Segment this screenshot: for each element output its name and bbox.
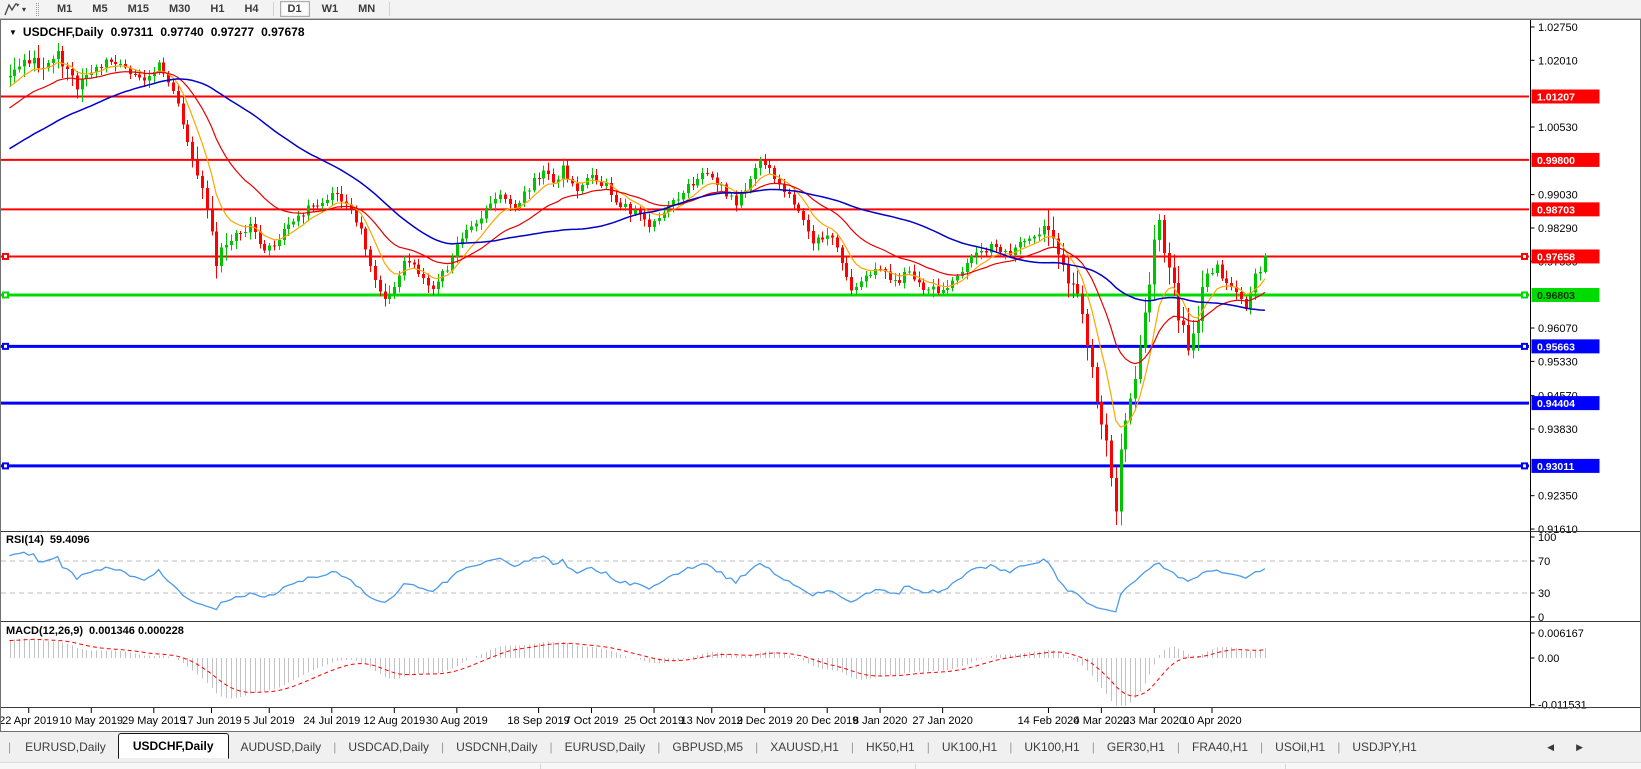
chart-symbol: USDCHF,Daily	[22, 25, 104, 39]
ohlc-low: 0.97277	[210, 25, 255, 39]
svg-text:24 Jul 2019: 24 Jul 2019	[303, 715, 360, 727]
tab-fra40-h1[interactable]: FRA40,H1	[1180, 735, 1260, 759]
svg-text:-0.011531: -0.011531	[1538, 700, 1587, 712]
svg-text:0.006167: 0.006167	[1538, 628, 1584, 640]
ohlc-close: 0.97678	[261, 25, 305, 39]
svg-text:0.99030: 0.99030	[1538, 190, 1578, 202]
status-strip	[0, 762, 1641, 769]
tab-separator: |	[8, 740, 12, 754]
tab-uk100-h1[interactable]: UK100,H1	[1012, 735, 1091, 759]
timeframe-toolbar: ▾ M1 M5 M15 M30 H1 H4 D1 W1 MN	[0, 0, 1641, 19]
timeframe-button-m30[interactable]: M30	[161, 1, 198, 17]
svg-text:1.01207: 1.01207	[1537, 92, 1575, 104]
toolbar-divider	[389, 2, 391, 16]
tab-ger30-h1[interactable]: GER30,H1	[1095, 735, 1177, 759]
svg-text:1.00530: 1.00530	[1538, 122, 1578, 134]
tab-xauusd-h1[interactable]: XAUUSD,H1	[758, 735, 851, 759]
toolbar-grip[interactable]	[36, 2, 40, 16]
svg-text:27 Jan 2020: 27 Jan 2020	[912, 715, 973, 727]
timeframe-button-d1[interactable]: D1	[279, 1, 310, 17]
toolbar-divider	[272, 2, 274, 16]
svg-text:0.94404: 0.94404	[1537, 398, 1575, 410]
rsi-indicator-label: RSI(14) 59.4096	[6, 534, 90, 546]
timeframe-button-h4[interactable]: H4	[236, 1, 266, 17]
svg-text:4 Mar 2020: 4 Mar 2020	[1074, 715, 1130, 727]
svg-text:23 Mar 2020: 23 Mar 2020	[1123, 715, 1185, 727]
svg-text:12 Aug 2019: 12 Aug 2019	[363, 715, 425, 727]
triangle-down-icon[interactable]: ▼	[9, 28, 17, 37]
timeframe-button-m1[interactable]: M1	[49, 1, 80, 17]
svg-text:17 Jun 2019: 17 Jun 2019	[181, 715, 242, 727]
tab-audusd-daily[interactable]: AUDUSD,Daily	[229, 735, 334, 759]
timeframe-buttons: M1 M5 M15 M30 H1 H4 D1 W1 MN	[47, 1, 394, 17]
svg-text:0.92350: 0.92350	[1538, 491, 1578, 503]
svg-text:1.02010: 1.02010	[1538, 55, 1578, 67]
svg-text:0.00: 0.00	[1538, 653, 1559, 665]
svg-text:10 May 2019: 10 May 2019	[59, 715, 123, 727]
tab-scroll-arrows: ◀ ▶	[1547, 732, 1583, 762]
svg-text:30 Aug 2019: 30 Aug 2019	[426, 715, 488, 727]
svg-text:0.99800: 0.99800	[1537, 155, 1575, 167]
svg-text:0.96803: 0.96803	[1537, 290, 1575, 302]
scroll-right-icon[interactable]: ▶	[1576, 742, 1583, 753]
svg-text:0.96070: 0.96070	[1538, 323, 1578, 335]
chart-area: 1.027501.020101.005300.990300.982900.975…	[0, 19, 1641, 732]
status-separator	[540, 764, 541, 769]
svg-text:20 Dec 2019: 20 Dec 2019	[796, 715, 858, 727]
tab-eurusd-daily[interactable]: EURUSD,Daily	[553, 735, 658, 759]
scroll-left-icon[interactable]: ◀	[1547, 742, 1554, 753]
svg-text:70: 70	[1538, 556, 1550, 568]
svg-text:8 Jan 2020: 8 Jan 2020	[853, 715, 907, 727]
tab-usdchf-daily[interactable]: USDCHF,Daily	[117, 733, 229, 759]
svg-text:2 Dec 2019: 2 Dec 2019	[737, 715, 793, 727]
svg-text:10 Apr 2020: 10 Apr 2020	[1182, 715, 1241, 727]
status-separator	[915, 764, 916, 769]
timeframe-button-m5[interactable]: M5	[84, 1, 115, 17]
svg-text:14 Feb 2020: 14 Feb 2020	[1018, 715, 1080, 727]
svg-text:5 Jul 2019: 5 Jul 2019	[244, 715, 295, 727]
ohlc-high: 0.97740	[160, 25, 204, 39]
timeframe-button-h1[interactable]: H1	[202, 1, 232, 17]
macd-indicator-label: MACD(12,26,9) 0.001346 0.000228	[6, 625, 184, 637]
svg-text:0.95330: 0.95330	[1538, 356, 1578, 368]
trading-terminal-window: ▾ M1 M5 M15 M30 H1 H4 D1 W1 MN 1.02750 1.02010 1.0…	[0, 0, 1641, 769]
timeframe-button-m15[interactable]: M15	[120, 1, 157, 17]
chart-tabs: EURUSD,Daily USDCHF,Daily AUDUSD,Daily | USD…	[13, 733, 1429, 760]
svg-text:22 Apr 2019: 22 Apr 2019	[0, 715, 58, 727]
svg-text:0.98703: 0.98703	[1537, 204, 1575, 216]
svg-text:0: 0	[1538, 612, 1544, 624]
chart-background	[0, 19, 1641, 732]
timeframe-button-mn[interactable]: MN	[350, 1, 383, 17]
svg-text:7 Oct 2019: 7 Oct 2019	[565, 715, 619, 727]
tab-eurusd-daily[interactable]: EURUSD,Daily	[13, 735, 118, 759]
chart-title: ▼ USDCHF,Daily 0.97311 0.97740 0.97277 0.9767…	[9, 25, 312, 39]
svg-text:0.93011: 0.93011	[1537, 461, 1575, 473]
tab-usdcnh-daily[interactable]: USDCNH,Daily	[444, 735, 549, 759]
svg-text:30: 30	[1538, 588, 1550, 600]
tab-usdcad-daily[interactable]: USDCAD,Daily	[336, 735, 441, 759]
tab-hk50-h1[interactable]: HK50,H1	[854, 735, 927, 759]
svg-text:29 May 2019: 29 May 2019	[122, 715, 186, 727]
chart-tab-bar: | EURUSD,Daily USDCHF,Daily AUDUSD,Daily | U…	[0, 732, 1641, 762]
tab-gbpusd-m5[interactable]: GBPUSD,M5	[660, 735, 755, 759]
svg-text:1.02750: 1.02750	[1538, 22, 1578, 34]
tab-usdjpy-h1[interactable]: USDJPY,H1	[1340, 735, 1428, 759]
svg-text:0.93830: 0.93830	[1538, 424, 1578, 436]
svg-text:18 Sep 2019: 18 Sep 2019	[507, 715, 569, 727]
svg-text:25 Oct 2019: 25 Oct 2019	[624, 715, 684, 727]
svg-text:13 Nov 2019: 13 Nov 2019	[681, 715, 743, 727]
ohlc-open: 0.97311	[110, 25, 154, 39]
svg-text:0.98290: 0.98290	[1538, 223, 1578, 235]
svg-text:0.97658: 0.97658	[1537, 251, 1575, 263]
svg-text:0.95663: 0.95663	[1537, 341, 1575, 353]
status-separator	[1285, 764, 1286, 769]
timeframe-button-w1[interactable]: W1	[314, 1, 347, 17]
tab-uk100-h1[interactable]: UK100,H1	[930, 735, 1009, 759]
tab-usoil-h1[interactable]: USOil,H1	[1263, 735, 1337, 759]
svg-text:100: 100	[1538, 532, 1556, 544]
price-chart[interactable]: 1.027501.020101.005300.990300.982900.975…	[0, 19, 1641, 732]
chevron-down-icon[interactable]: ▾	[22, 5, 26, 14]
chart-cursor-tool-icon[interactable]	[4, 2, 20, 16]
